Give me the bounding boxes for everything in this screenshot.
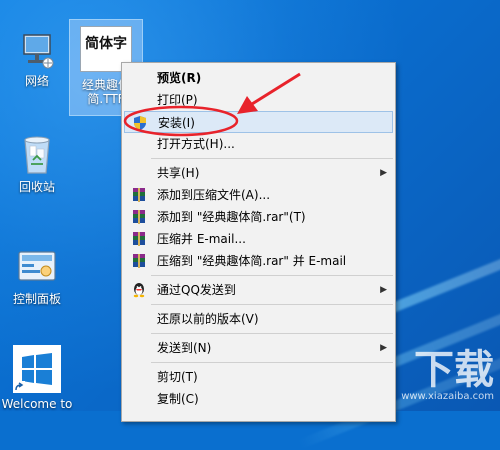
menu-item-label: 剪切(T)	[157, 370, 198, 384]
windows-logo-icon	[22, 353, 52, 385]
menu-item-label: 发送到(N)	[157, 341, 212, 355]
context-menu: 预览(R) 打印(P) 安装(I) 打开方式(H)... 共享(H) ▶ 添加到…	[121, 62, 396, 422]
menu-item-preview[interactable]: 预览(R)	[124, 67, 393, 89]
desktop-icon-label: 回收站	[18, 180, 55, 194]
menu-separator	[151, 304, 393, 305]
windows-shortcut-icon	[13, 345, 61, 393]
menu-item-label: 复制(C)	[157, 392, 199, 406]
control-panel-icon	[18, 251, 56, 281]
desktop-icon-network[interactable]: 网络	[0, 30, 74, 88]
desktop-icon-label: 控制面板	[12, 292, 61, 306]
submenu-arrow-icon: ▶	[380, 285, 387, 295]
menu-separator	[151, 362, 393, 363]
menu-item-compress-to-rar-email[interactable]: 压缩到 "经典趣体简.rar" 并 E-mail	[124, 250, 393, 272]
menu-item-restore-previous[interactable]: 还原以前的版本(V)	[124, 308, 393, 330]
menu-item-label: 压缩并 E-mail...	[157, 232, 246, 246]
menu-item-share[interactable]: 共享(H) ▶	[124, 162, 393, 184]
menu-item-add-to-rar[interactable]: 添加到 "经典趣体简.rar"(T)	[124, 206, 393, 228]
desktop-icon-label: 网络	[24, 74, 49, 88]
menu-item-open-with[interactable]: 打开方式(H)...	[124, 133, 393, 155]
qq-icon	[133, 283, 145, 298]
menu-item-send-via-qq[interactable]: 通过QQ发送到 ▶	[124, 279, 393, 301]
uac-shield-icon	[134, 116, 146, 130]
menu-item-label: 通过QQ发送到	[157, 283, 236, 297]
winrar-icon	[133, 232, 145, 246]
menu-item-cut[interactable]: 剪切(T)	[124, 366, 393, 388]
menu-item-send-to[interactable]: 发送到(N) ▶	[124, 337, 393, 359]
menu-item-label: 添加到压缩文件(A)...	[157, 188, 271, 202]
desktop-icon-recycle-bin[interactable]: 回收站	[0, 130, 74, 194]
desktop-icon-label: Welcome to	[1, 397, 73, 411]
shortcut-arrow-icon	[13, 381, 25, 393]
desktop-icon-control-panel[interactable]: 控制面板	[0, 248, 74, 306]
menu-item-install[interactable]: 安装(I)	[124, 111, 393, 133]
menu-item-add-to-archive[interactable]: 添加到压缩文件(A)...	[124, 184, 393, 206]
menu-separator	[151, 275, 393, 276]
recycle-bin-icon	[24, 136, 50, 174]
winrar-icon	[133, 254, 145, 268]
font-preview-text: 简体字	[85, 36, 127, 52]
menu-item-label: 打印(P)	[157, 93, 198, 107]
desktop-icon-welcome[interactable]: Welcome to	[0, 345, 74, 411]
menu-item-label: 预览(R)	[157, 71, 202, 85]
watermark-url: www.xiazaiba.com	[401, 391, 494, 402]
watermark-logo: 下载	[414, 347, 494, 393]
menu-item-label: 还原以前的版本(V)	[157, 312, 259, 326]
menu-item-label: 安装(I)	[158, 116, 195, 130]
menu-item-compress-email[interactable]: 压缩并 E-mail...	[124, 228, 393, 250]
network-icon	[23, 34, 54, 69]
menu-item-label: 添加到 "经典趣体简.rar"(T)	[157, 210, 306, 224]
winrar-icon	[133, 210, 145, 224]
menu-item-label: 共享(H)	[157, 166, 200, 180]
watermark: 下载 www.xiazaiba.com	[374, 349, 494, 409]
menu-separator	[151, 158, 393, 159]
menu-separator	[151, 333, 393, 334]
menu-item-copy[interactable]: 复制(C)	[124, 388, 393, 410]
menu-item-label: 压缩到 "经典趣体简.rar" 并 E-mail	[157, 254, 347, 268]
winrar-icon	[133, 188, 145, 202]
menu-item-print[interactable]: 打印(P)	[124, 89, 393, 111]
menu-item-label: 打开方式(H)...	[157, 137, 235, 151]
submenu-arrow-icon: ▶	[380, 168, 387, 178]
